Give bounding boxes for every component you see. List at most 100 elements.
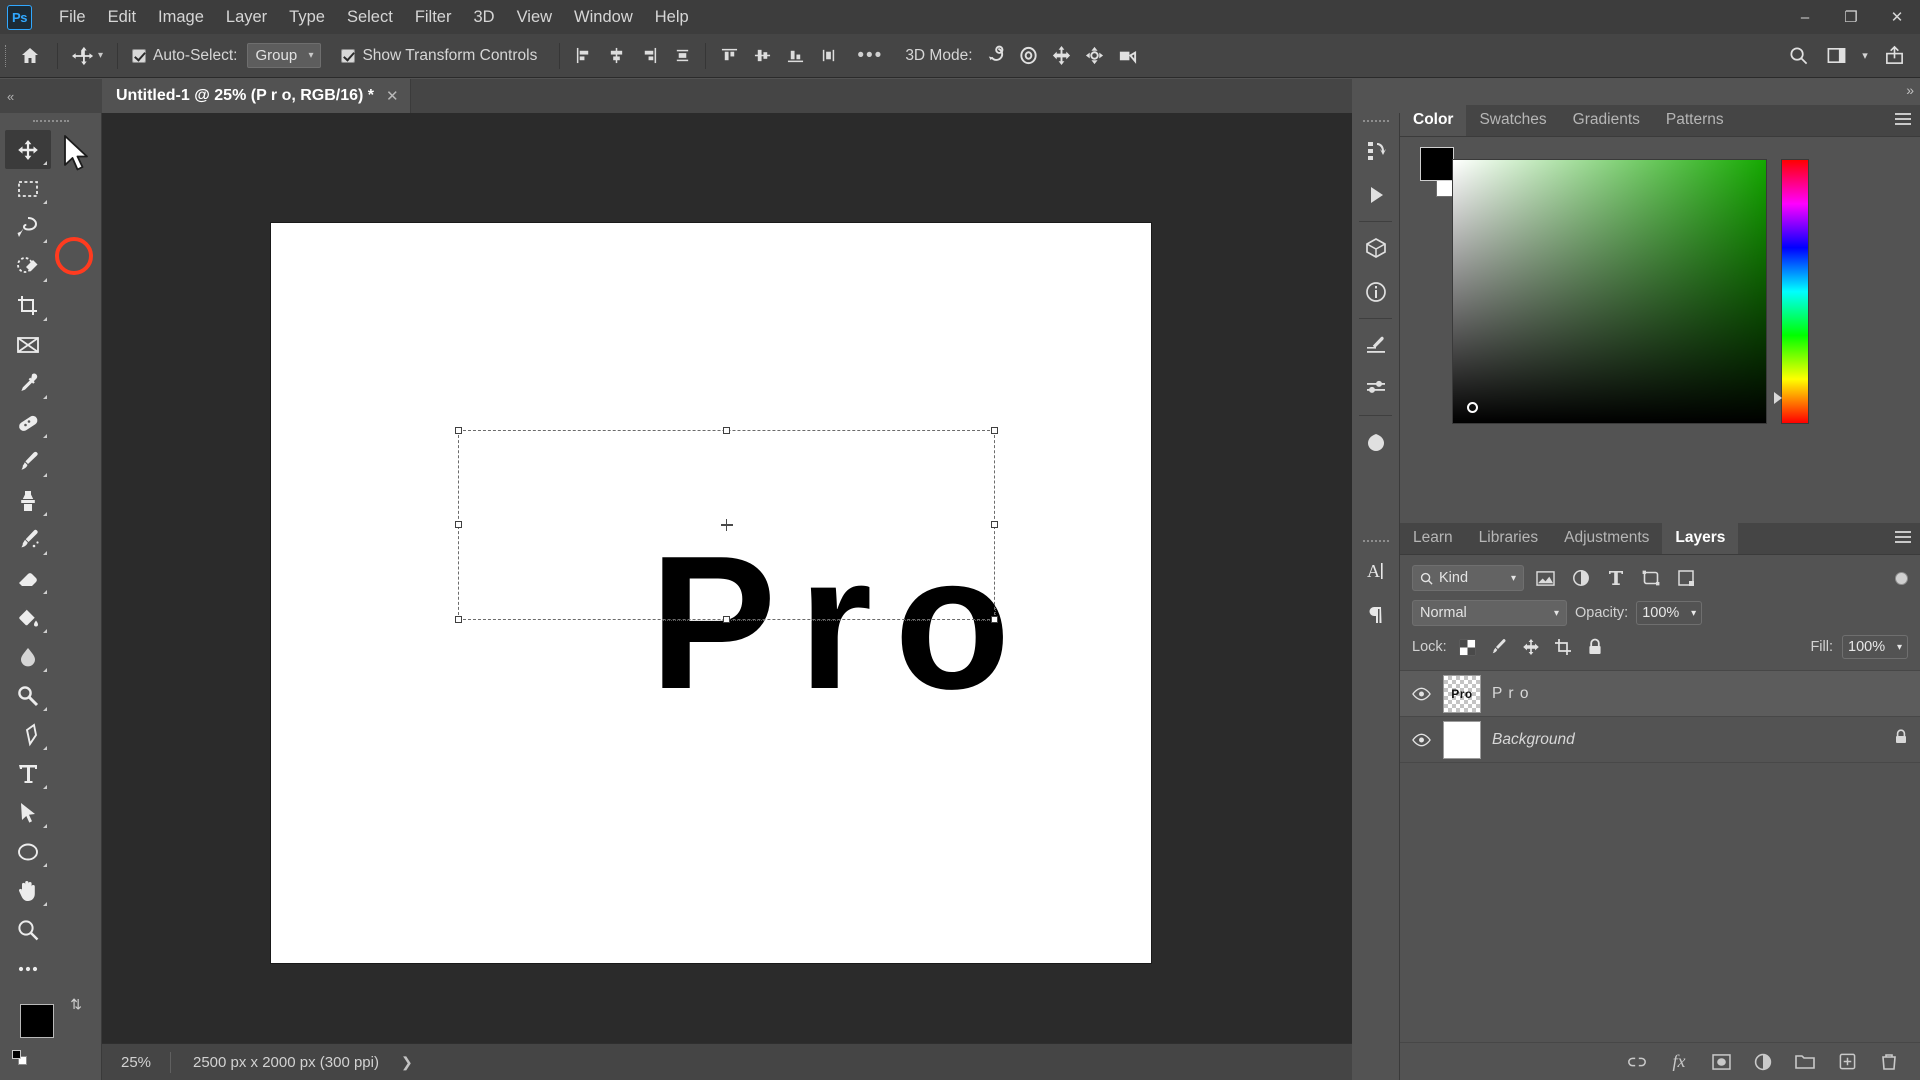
new-group-icon[interactable]: [1794, 1051, 1816, 1073]
rail-grip[interactable]: [1352, 533, 1399, 549]
align-bottom-icon[interactable]: [780, 41, 810, 71]
color-panel-foreground-swatch[interactable]: [1420, 147, 1454, 181]
blend-mode-dropdown[interactable]: Normal ▾: [1412, 600, 1567, 626]
close-button[interactable]: ✕: [1874, 0, 1920, 34]
tab-gradients[interactable]: Gradients: [1560, 104, 1653, 136]
hue-slider[interactable]: [1781, 159, 1809, 424]
adjustments-shape-icon[interactable]: [1352, 420, 1400, 464]
layer-filter-kind-dropdown[interactable]: Kind ▾: [1412, 565, 1524, 591]
default-colors-icon[interactable]: [12, 1050, 28, 1066]
menu-edit[interactable]: Edit: [97, 4, 147, 31]
more-options-button[interactable]: •••: [843, 45, 897, 67]
document-tab[interactable]: Untitled-1 @ 25% (P r o, RGB/16) * ✕: [102, 79, 411, 113]
layer-visibility-toggle[interactable]: [1410, 733, 1432, 747]
lock-artboard-icon[interactable]: [1552, 636, 1575, 659]
tab-layers[interactable]: Layers: [1662, 522, 1739, 554]
play-actions-icon[interactable]: [1352, 173, 1400, 217]
layer-mask-icon[interactable]: [1710, 1051, 1732, 1073]
clone-stamp-tool[interactable]: [5, 481, 51, 520]
menu-filter[interactable]: Filter: [404, 4, 463, 31]
color-spectrum[interactable]: [1452, 159, 1767, 424]
type-tool[interactable]: [5, 754, 51, 793]
3d-camera-icon[interactable]: [1113, 41, 1143, 71]
active-tool-indicator[interactable]: ▾: [66, 45, 109, 67]
transform-handle-middle-left[interactable]: [455, 521, 462, 528]
frame-tool[interactable]: [5, 325, 51, 364]
eyedropper-tool[interactable]: [5, 364, 51, 403]
layer-name[interactable]: Background: [1492, 731, 1575, 749]
filter-type-icon[interactable]: [1602, 565, 1629, 591]
table-row[interactable]: Background: [1400, 717, 1920, 763]
menu-window[interactable]: Window: [563, 4, 644, 31]
filter-smart-object-icon[interactable]: [1672, 565, 1699, 591]
object-selection-tool[interactable]: [5, 247, 51, 286]
3d-slide-icon[interactable]: [1080, 41, 1110, 71]
menu-layer[interactable]: Layer: [215, 4, 278, 31]
transform-handle-top-left[interactable]: [455, 427, 462, 434]
lock-image-icon[interactable]: [1488, 636, 1511, 659]
transform-pivot-point[interactable]: [720, 519, 733, 531]
transform-handle-bottom-left[interactable]: [455, 616, 462, 623]
transform-handle-bottom-center[interactable]: [722, 616, 730, 623]
filter-shape-icon[interactable]: [1637, 565, 1664, 591]
panel-menu-icon[interactable]: [1895, 531, 1911, 546]
layer-visibility-toggle[interactable]: [1410, 687, 1432, 701]
tab-libraries[interactable]: Libraries: [1466, 522, 1551, 554]
menu-view[interactable]: View: [506, 4, 563, 31]
filter-adjustment-icon[interactable]: [1567, 565, 1594, 591]
menu-file[interactable]: File: [48, 4, 97, 31]
history-states-icon[interactable]: [1352, 129, 1400, 173]
dodge-tool[interactable]: [5, 676, 51, 715]
align-right-icon[interactable]: [634, 41, 664, 71]
align-top-icon[interactable]: [714, 41, 744, 71]
link-layers-icon[interactable]: [1626, 1051, 1648, 1073]
chevron-right-icon[interactable]: ❯: [401, 1054, 413, 1071]
auto-select-checkbox-group[interactable]: Auto-Select:: [126, 47, 243, 65]
distribute-h-icon[interactable]: [667, 41, 697, 71]
transform-selection-box[interactable]: [455, 427, 998, 623]
edit-toolbar-button[interactable]: [5, 949, 51, 988]
minimize-button[interactable]: –: [1782, 0, 1828, 34]
move-tool[interactable]: [5, 130, 51, 169]
lasso-tool[interactable]: [5, 208, 51, 247]
transform-handle-top-right[interactable]: [991, 427, 998, 434]
canvas-area[interactable]: Pro: [102, 113, 1352, 1043]
swap-colors-icon[interactable]: ⇅: [70, 996, 82, 1013]
new-layer-icon[interactable]: [1836, 1051, 1858, 1073]
zoom-level[interactable]: 25%: [102, 1054, 170, 1071]
left-dock-collapse[interactable]: «: [0, 79, 102, 113]
3d-panel-icon[interactable]: [1352, 226, 1400, 270]
collapse-left-icon[interactable]: «: [7, 89, 14, 104]
menu-select[interactable]: Select: [336, 4, 404, 31]
brush-tool[interactable]: [5, 442, 51, 481]
align-center-h-icon[interactable]: [601, 41, 631, 71]
lock-transparent-icon[interactable]: [1456, 636, 1479, 659]
search-icon[interactable]: [1780, 38, 1816, 74]
tab-patterns[interactable]: Patterns: [1653, 104, 1737, 136]
color-spectrum-marker[interactable]: [1467, 402, 1478, 413]
tools-panel-grip[interactable]: [0, 113, 101, 130]
rectangular-marquee-tool[interactable]: [5, 169, 51, 208]
info-panel-icon[interactable]: [1352, 270, 1400, 314]
transform-handle-bottom-right[interactable]: [991, 616, 998, 623]
3d-rotate-icon[interactable]: [981, 41, 1011, 71]
history-brush-tool[interactable]: [5, 520, 51, 559]
menu-image[interactable]: Image: [147, 4, 215, 31]
show-transform-checkbox[interactable]: [341, 48, 356, 63]
align-left-icon[interactable]: [568, 41, 598, 71]
share-icon[interactable]: [1876, 38, 1912, 74]
lock-position-icon[interactable]: [1520, 636, 1543, 659]
hand-tool[interactable]: [5, 871, 51, 910]
hue-slider-pointer[interactable]: [1774, 392, 1782, 404]
rail-grip[interactable]: [1352, 113, 1399, 129]
3d-roll-icon[interactable]: [1014, 41, 1044, 71]
tab-swatches[interactable]: Swatches: [1466, 104, 1559, 136]
layer-style-fx-icon[interactable]: fx: [1668, 1051, 1690, 1073]
adjustment-layer-icon[interactable]: [1752, 1051, 1774, 1073]
canvas-horizontal-scrollbar[interactable]: [102, 1029, 1352, 1043]
shape-tool[interactable]: [5, 832, 51, 871]
layer-thumbnail[interactable]: Pro: [1443, 674, 1481, 713]
menu-type[interactable]: Type: [278, 4, 336, 31]
3d-pan-icon[interactable]: [1047, 41, 1077, 71]
character-panel-icon[interactable]: A: [1352, 549, 1400, 593]
